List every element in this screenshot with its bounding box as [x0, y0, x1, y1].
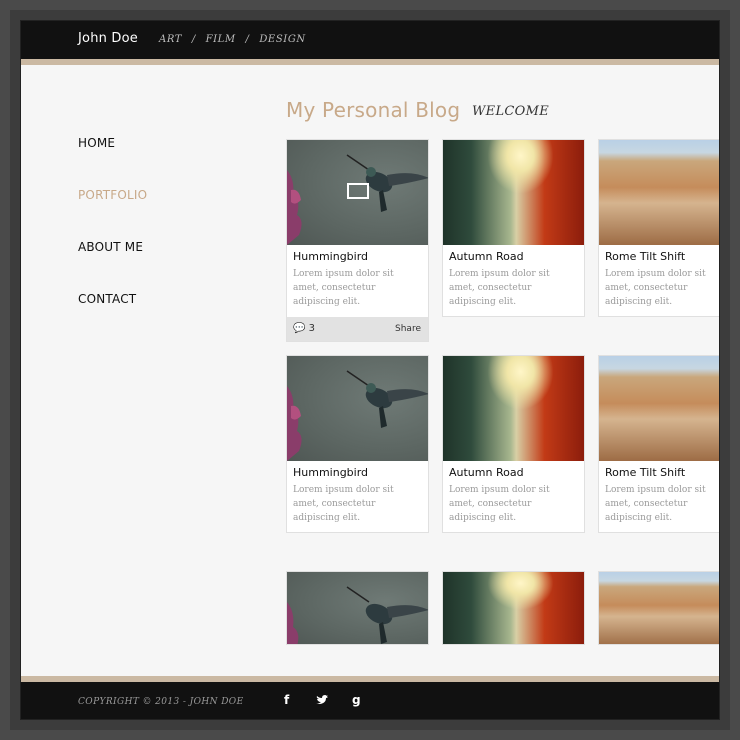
card-description: Lorem ipsum dolor sit amet, consectetur … [449, 485, 550, 523]
card-description: Lorem ipsum dolor sit amet, consectetur … [449, 269, 550, 307]
blog-card[interactable]: Rome Tilt Shift Lorem ipsum dolor sit am… [598, 355, 719, 533]
card-description: Lorem ipsum dolor sit amet, consectetur … [605, 485, 706, 523]
blog-card[interactable] [286, 571, 429, 645]
blog-card[interactable]: Hummingbird Lorem ipsum dolor sit amet, … [286, 355, 429, 533]
hummingbird-image[interactable] [287, 572, 428, 644]
header-accent-bar [21, 59, 719, 65]
brand-name[interactable]: John Doe [78, 31, 138, 46]
header-nav-design[interactable]: DESIGN [259, 34, 305, 45]
sidebar-item-about-me[interactable]: ABOUT ME [78, 240, 147, 254]
blog-card[interactable] [442, 571, 585, 645]
rome-tilt-shift-image[interactable] [599, 356, 719, 461]
facebook-icon[interactable]: f [284, 693, 289, 707]
card-title[interactable]: Hummingbird [293, 466, 422, 479]
welcome-text: WELCOME [472, 104, 549, 119]
blog-card[interactable] [598, 571, 719, 645]
twitter-icon[interactable] [316, 695, 328, 708]
header-nav-art[interactable]: ART [159, 34, 182, 45]
site-header: John Doe ART / FILM / DESIGN [21, 21, 719, 59]
sidebar-nav: HOME PORTFOLIO ABOUT ME CONTACT [78, 136, 147, 344]
hummingbird-image[interactable] [287, 356, 428, 461]
blog-card[interactable]: Rome Tilt Shift Lorem ipsum dolor sit am… [598, 139, 719, 317]
card-title[interactable]: Hummingbird [293, 250, 422, 263]
header-nav-film[interactable]: FILM [206, 34, 236, 45]
autumn-road-image[interactable] [443, 140, 584, 245]
rome-tilt-shift-image[interactable] [599, 572, 719, 644]
hummingbird-image[interactable] [287, 140, 428, 245]
page-title: My Personal Blog [286, 98, 461, 122]
blog-card[interactable]: Autumn Road Lorem ipsum dolor sit amet, … [442, 139, 585, 317]
site-footer: COPYRIGHT © 2013 - JOHN DOE f g [21, 682, 719, 719]
sidebar-item-portfolio[interactable]: PORTFOLIO [78, 188, 147, 202]
sidebar-item-home[interactable]: HOME [78, 136, 147, 150]
header-nav: ART / FILM / DESIGN [159, 34, 306, 45]
page: John Doe ART / FILM / DESIGN HOME PORTFO… [20, 20, 720, 720]
blog-card[interactable]: Autumn Road Lorem ipsum dolor sit amet, … [442, 355, 585, 533]
copyright-text: COPYRIGHT © 2013 - JOHN DOE [78, 697, 244, 707]
google-icon[interactable]: g [352, 693, 361, 707]
card-description: Lorem ipsum dolor sit amet, consectetur … [293, 485, 394, 523]
nav-separator: / [191, 34, 196, 45]
card-title[interactable]: Rome Tilt Shift [605, 250, 715, 263]
sidebar-item-contact[interactable]: CONTACT [78, 292, 147, 306]
card-title[interactable]: Autumn Road [449, 250, 578, 263]
autumn-road-image[interactable] [443, 572, 584, 644]
comment-count[interactable]: 💬 3 [293, 323, 315, 334]
rome-tilt-shift-image[interactable] [599, 140, 719, 245]
comment-count-value: 3 [308, 323, 316, 334]
card-footer: 💬 3 Share [287, 317, 428, 341]
card-title[interactable]: Rome Tilt Shift [605, 466, 715, 479]
autumn-road-image[interactable] [443, 356, 584, 461]
share-button[interactable]: Share [395, 324, 421, 334]
image-format-icon [347, 183, 369, 199]
comment-icon: 💬 [293, 323, 306, 334]
blog-card[interactable]: Hummingbird Lorem ipsum dolor sit amet, … [286, 139, 429, 342]
card-title[interactable]: Autumn Road [449, 466, 578, 479]
nav-separator: / [245, 34, 250, 45]
card-description: Lorem ipsum dolor sit amet, consectetur … [293, 269, 394, 307]
card-description: Lorem ipsum dolor sit amet, consectetur … [605, 269, 706, 307]
